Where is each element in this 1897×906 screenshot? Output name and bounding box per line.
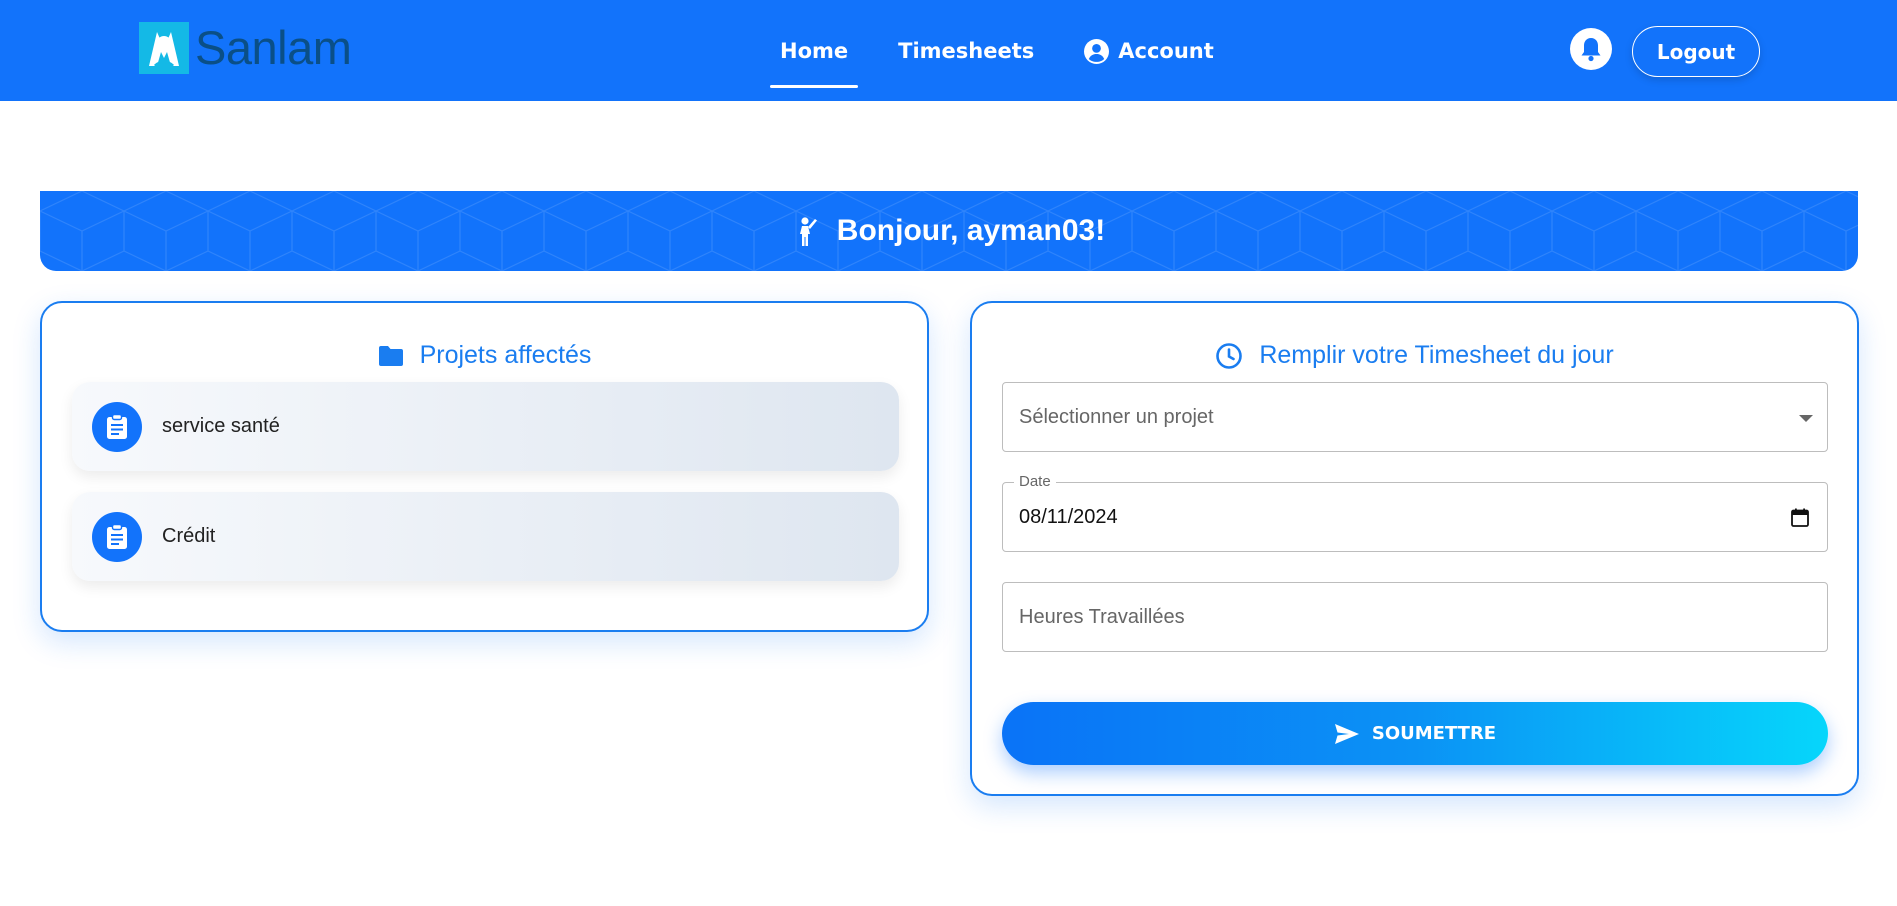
logout-button[interactable]: Logout (1632, 26, 1760, 77)
project-select-placeholder: Sélectionner un projet (1019, 405, 1214, 428)
send-icon (1334, 723, 1359, 744)
date-field[interactable]: Date 08/11/2024 (1002, 473, 1828, 552)
timesheet-card-title: Remplir votre Timesheet du jour (972, 341, 1857, 370)
sanlam-logo-icon (139, 22, 189, 74)
nav-timesheets[interactable]: Timesheets (898, 28, 1034, 74)
project-name: Crédit (162, 525, 216, 547)
nav-account[interactable]: Account (1084, 28, 1214, 74)
brand-logo[interactable]: Sanlam (139, 21, 352, 74)
projects-card: Projets affectés service santé Crédit (40, 301, 929, 632)
clipboard-icon (92, 401, 142, 452)
bell-icon (1581, 38, 1601, 62)
notifications-button[interactable] (1570, 28, 1612, 70)
folder-icon (378, 345, 403, 366)
hours-worked-placeholder: Heures Travaillées (1019, 605, 1185, 628)
chevron-down-icon (1799, 415, 1813, 422)
brand-name: Sanlam (195, 21, 352, 74)
main-nav: Home Timesheets Account (770, 28, 1214, 88)
hours-worked-field[interactable]: Heures Travaillées (1002, 582, 1828, 652)
greeting-content: Bonjour, ayman03! (793, 214, 1105, 248)
user-circle-icon (1084, 38, 1110, 64)
timesheet-title-text: Remplir votre Timesheet du jour (1259, 341, 1614, 369)
top-navbar: Sanlam Home Timesheets Account Logout (0, 0, 1897, 101)
submit-label: SOUMETTRE (1371, 723, 1497, 744)
clock-icon (1216, 342, 1243, 369)
project-name: service santé (162, 415, 280, 437)
project-select[interactable]: Sélectionner un projet (1002, 382, 1828, 452)
greeting-banner: Bonjour, ayman03! (40, 191, 1858, 271)
submit-button[interactable]: SOUMETTRE (1002, 702, 1828, 765)
date-field-value: 08/11/2024 (1019, 505, 1118, 528)
project-item[interactable]: service santé (72, 382, 899, 471)
greeting-text: Bonjour, ayman03! (836, 214, 1106, 247)
projects-card-title: Projets affectés (42, 341, 927, 370)
clipboard-icon (92, 511, 142, 562)
nav-home[interactable]: Home (770, 28, 859, 88)
date-field-label: Date (1014, 473, 1056, 490)
projects-title-text: Projets affectés (419, 341, 592, 369)
calendar-icon[interactable] (1791, 508, 1809, 527)
nav-account-label: Account (1118, 39, 1214, 63)
timesheet-card: Remplir votre Timesheet du jour Sélectio… (970, 301, 1859, 796)
person-waving-icon (799, 217, 817, 246)
project-item[interactable]: Crédit (72, 492, 899, 581)
